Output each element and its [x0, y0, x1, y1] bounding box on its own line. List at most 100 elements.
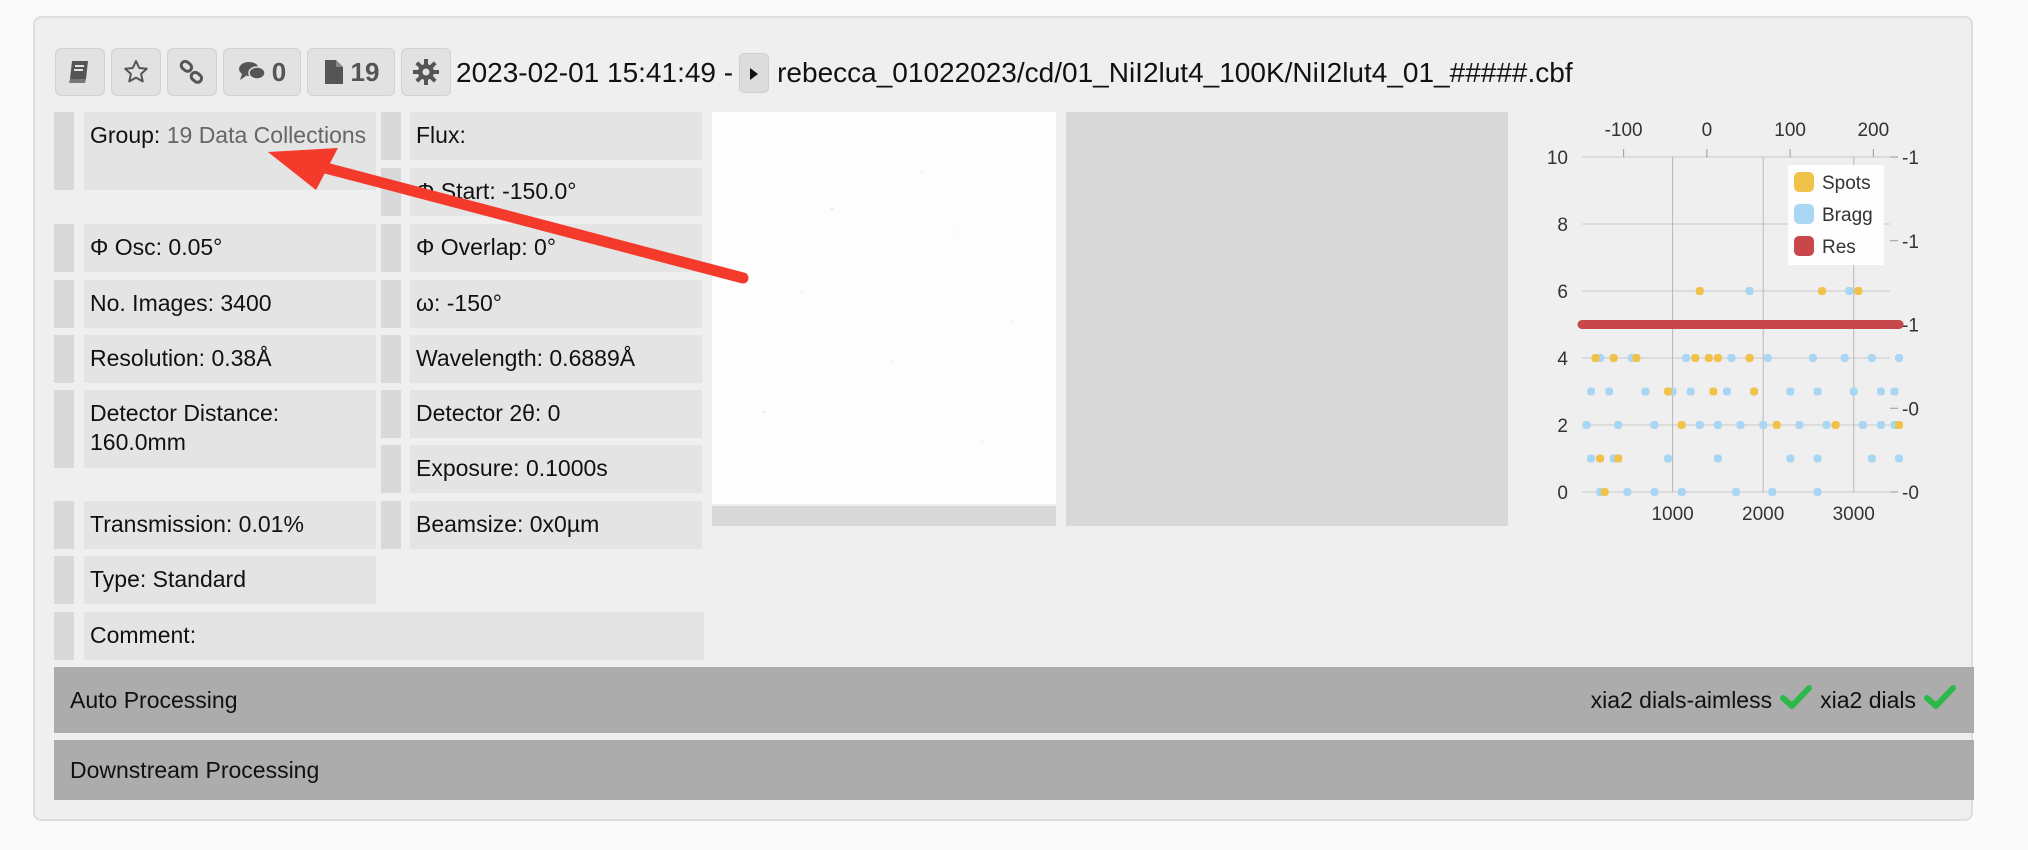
star-icon	[123, 59, 149, 85]
field-marker	[381, 335, 401, 383]
favourite-button[interactable]	[111, 48, 161, 96]
auto-processing-status: xia2 dials-aimless xia2 dials	[1591, 667, 1956, 733]
bragg-point	[1727, 354, 1736, 362]
comments-icon	[238, 60, 266, 84]
spots-point	[1772, 421, 1781, 429]
comments-button[interactable]: 0	[223, 48, 301, 96]
bragg-point	[1845, 287, 1854, 295]
auto-proc-xia2-dials[interactable]: xia2 dials	[1820, 687, 1916, 714]
file-icon	[323, 58, 345, 86]
comments-count: 0	[271, 56, 287, 87]
bragg-point	[1722, 387, 1731, 396]
field-marker	[381, 390, 401, 438]
collection-path: rebecca_01022023/cd/01_NiI2lut4_100K/NiI…	[777, 57, 1573, 88]
field-marker	[381, 280, 401, 328]
spots-point	[1704, 354, 1713, 362]
crystal-snapshot[interactable]	[1066, 112, 1508, 526]
no-images-field: No. Images: 3400	[84, 280, 376, 328]
field-marker	[54, 280, 74, 328]
bragg-point	[1858, 421, 1867, 429]
link-icon	[179, 59, 205, 85]
x-top-tick-label: 200	[1857, 120, 1889, 141]
diffraction-noise	[762, 171, 1013, 443]
diffraction-image-caption	[712, 506, 1056, 526]
y-right-tick-label: -0.995	[1902, 399, 1920, 420]
bragg-point	[1614, 421, 1623, 429]
diffraction-image[interactable]	[712, 112, 1056, 504]
spots-point	[1609, 354, 1618, 362]
spots-point	[1854, 287, 1863, 295]
comment-field[interactable]: Comment:	[84, 612, 704, 660]
bragg-point	[1759, 421, 1768, 429]
y-left-tick-label: 4	[1557, 349, 1568, 370]
field-marker	[54, 224, 74, 272]
y-left-tick-label: 8	[1557, 215, 1568, 236]
toolbar: 0 19	[55, 48, 457, 96]
bragg-point	[1686, 387, 1695, 396]
spots-point	[1614, 454, 1623, 463]
settings-button[interactable]	[401, 48, 451, 96]
spots-point	[1632, 354, 1641, 362]
field-marker	[54, 501, 74, 549]
bragg-point	[1736, 421, 1745, 429]
field-marker	[54, 390, 74, 468]
spots-point	[1750, 387, 1759, 396]
bragg-point	[1876, 387, 1885, 396]
detector-distance-field: Detector Distance: 160.0mm	[84, 390, 376, 468]
bragg-point	[1682, 354, 1691, 362]
bragg-point	[1786, 454, 1795, 463]
spots-point	[1677, 421, 1686, 429]
bragg-point	[1582, 421, 1591, 429]
type-field: Type: Standard	[84, 556, 376, 604]
y-right-tick-label: -0.990	[1902, 483, 1920, 504]
bragg-point	[1623, 488, 1632, 496]
field-marker	[54, 335, 74, 383]
spots-point	[1831, 421, 1840, 429]
y-left-tick-label: 6	[1557, 282, 1568, 303]
omega-field: ω: -150°	[410, 280, 702, 328]
field-marker	[54, 612, 74, 660]
y-right-tick-label: -1.005	[1902, 232, 1920, 253]
bragg-point	[1713, 421, 1722, 429]
y-left-tick-label: 0	[1557, 483, 1568, 504]
collection-title: 2023-02-01 15:41:49 - rebecca_01022023/c…	[456, 52, 1573, 94]
book-icon	[68, 59, 92, 85]
field-marker	[381, 501, 401, 549]
field-marker	[54, 112, 74, 190]
auto-processing-header[interactable]: Auto Processing xia2 dials-aimless xia2 …	[54, 667, 1974, 733]
auto-proc-xia2-dials-aimless[interactable]: xia2 dials-aimless	[1591, 687, 1773, 714]
legend-swatch-bragg	[1794, 204, 1814, 224]
bragg-point	[1605, 387, 1614, 396]
group-value-link[interactable]: 19 Data Collections	[167, 122, 366, 148]
bragg-point	[1745, 287, 1754, 295]
x-top-tick-label: 0	[1702, 120, 1713, 141]
beamsize-field: Beamsize: 0x0µm	[410, 501, 702, 549]
phi-overlap-field: Φ Overlap: 0°	[410, 224, 702, 272]
y-left-tick-label: 10	[1547, 148, 1568, 169]
auto-processing-label: Auto Processing	[70, 686, 238, 713]
bragg-point	[1867, 454, 1876, 463]
attachments-button[interactable]: 19	[307, 48, 395, 96]
bragg-point	[1890, 387, 1899, 396]
bragg-point	[1650, 421, 1659, 429]
exposure-field: Exposure: 0.1000s	[410, 445, 702, 493]
collection-datetime: 2023-02-01 15:41:49 -	[456, 57, 734, 88]
link-button[interactable]	[167, 48, 217, 96]
field-marker	[381, 168, 401, 216]
x-bottom-tick-label: 2000	[1742, 504, 1784, 525]
spots-point	[1691, 354, 1700, 362]
x-top-tick-label: -100	[1605, 120, 1643, 141]
spots-point	[1600, 488, 1609, 496]
legend-swatch-res	[1794, 236, 1814, 256]
legend-swatch-spots	[1794, 172, 1814, 192]
downstream-processing-header[interactable]: Downstream Processing	[54, 740, 1974, 800]
logbook-button[interactable]	[55, 48, 105, 96]
y-left-tick-label: 2	[1557, 416, 1568, 437]
transmission-field: Transmission: 0.01%	[84, 501, 376, 549]
field-marker	[381, 224, 401, 272]
play-button[interactable]	[739, 53, 770, 93]
check-icon	[1924, 684, 1956, 716]
phi-start-field: Φ Start: -150.0°	[410, 168, 702, 216]
bragg-point	[1641, 387, 1650, 396]
x-bottom-tick-label: 3000	[1833, 504, 1875, 525]
